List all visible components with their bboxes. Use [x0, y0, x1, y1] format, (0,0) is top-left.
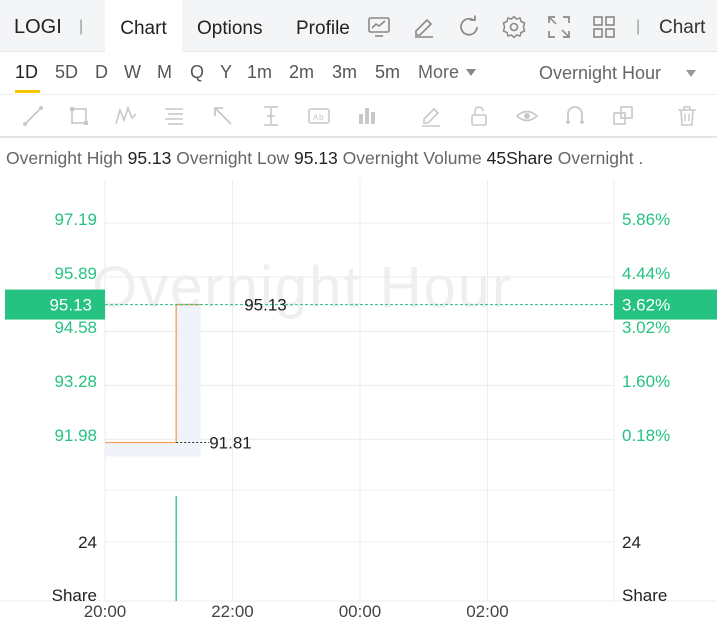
period-y[interactable]: Y [220, 62, 232, 83]
overnight-stats-row: Overnight High 95.13 Overnight Low 95.13… [6, 148, 717, 169]
period-5m[interactable]: 5m [375, 62, 400, 83]
top-header: LOGI | Chart Options Profile | Chart [0, 0, 717, 52]
session-caret-icon [686, 70, 696, 77]
period-1d[interactable]: 1D [15, 62, 38, 83]
volume-tick-right-1: Share [622, 586, 667, 605]
wave-icon[interactable] [114, 104, 138, 128]
y-tick-left-2: 94.58 [54, 318, 97, 337]
overnight-low-value: 95.13 [294, 148, 338, 168]
draw-icon[interactable] [411, 14, 437, 40]
period-w[interactable]: W [124, 62, 141, 83]
period-m[interactable]: M [157, 62, 172, 83]
refresh-icon[interactable] [456, 14, 482, 40]
y-tick-left-4: 91.98 [54, 426, 97, 445]
overnight-high-label: Overnight High [6, 148, 123, 168]
svg-text:b: b [319, 113, 324, 122]
low-annotation-label: 91.81 [209, 433, 252, 452]
chart-type-icon[interactable] [366, 14, 392, 40]
x-tick-2: 00:00 [339, 602, 382, 621]
settings-icon[interactable] [501, 14, 527, 40]
high-annotation-label: 95.13 [244, 296, 287, 315]
y-tick-right-4: 0.18% [622, 426, 670, 445]
chart-canvas[interactable]: 97.19 95.89 94.58 93.28 91.98 5.86% 4.44% 3.02%… [0, 180, 717, 625]
period-active-indicator [15, 90, 40, 93]
y-tick-right-3: 1.60% [622, 372, 670, 391]
current-price-value: 95.13 [49, 296, 92, 315]
more-periods-button[interactable]: More [418, 62, 459, 83]
period-3m[interactable]: 3m [332, 62, 357, 83]
tab-chart[interactable]: Chart [105, 0, 182, 52]
period-2m[interactable]: 2m [289, 62, 314, 83]
current-change-value: 3.62% [622, 296, 670, 315]
session-selector[interactable]: Overnight Hour [539, 63, 661, 84]
x-tick-3: 02:00 [466, 602, 509, 621]
period-q[interactable]: Q [190, 62, 204, 83]
pencil-icon[interactable] [419, 104, 443, 128]
price-chart[interactable]: Overnight Hour 97.19 95.89 94.58 93.28 91.98… [0, 180, 717, 625]
y-tick-right-0: 5.86% [622, 210, 670, 229]
y-tick-left-0: 97.19 [54, 210, 97, 229]
eye-icon[interactable] [515, 104, 539, 128]
text-note-icon[interactable]: A b [307, 104, 331, 128]
period-d[interactable]: D [95, 62, 108, 83]
magnet-icon[interactable] [563, 104, 587, 128]
tab-profile[interactable]: Profile [296, 0, 350, 52]
ticker-symbol[interactable]: LOGI [14, 16, 62, 39]
period-1m[interactable]: 1m [247, 62, 272, 83]
x-tick-1: 22:00 [211, 602, 254, 621]
overnight-low-label: Overnight Low [176, 148, 290, 168]
overnight-volume-label: Overnight Volume [342, 148, 482, 168]
arrow-icon[interactable] [211, 104, 235, 128]
header-separator: | [79, 18, 84, 35]
overnight-volume-value: 45Share [486, 148, 553, 168]
trash-icon[interactable] [675, 104, 699, 128]
price-range-icon[interactable] [259, 104, 283, 128]
tab-options[interactable]: Options [197, 0, 262, 52]
y-tick-right-2: 3.02% [622, 318, 670, 337]
y-tick-left-3: 93.28 [54, 372, 97, 391]
more-caret-icon [466, 69, 476, 76]
x-tick-0: 20:00 [84, 602, 127, 621]
overnight-more-label: Overnight . [557, 148, 644, 168]
lock-icon[interactable] [467, 104, 491, 128]
chart-settings-label[interactable]: Chart [659, 17, 705, 39]
overnight-high-value: 95.13 [127, 148, 172, 168]
bars-pattern-icon[interactable] [355, 104, 379, 128]
header-separator-right: | [636, 18, 641, 35]
drawing-toolbar: A b [0, 94, 717, 138]
volume-tick-left-0: 24 [78, 533, 97, 552]
volume-tick-right-0: 24 [622, 533, 641, 552]
rectangle-icon[interactable] [67, 104, 91, 128]
trend-line-icon[interactable] [21, 104, 45, 128]
layers-icon[interactable] [611, 104, 635, 128]
period-5d[interactable]: 5D [55, 62, 78, 83]
y-tick-right-1: 4.44% [622, 264, 670, 283]
period-selector: 1D 5D D W M Q Y 1m 2m 3m 5m More Overnig… [0, 52, 717, 94]
fib-icon[interactable] [162, 104, 186, 128]
fullscreen-icon[interactable] [546, 14, 572, 40]
layout-grid-icon[interactable] [591, 14, 617, 40]
y-tick-left-1: 95.89 [54, 264, 97, 283]
price-area [105, 304, 201, 457]
